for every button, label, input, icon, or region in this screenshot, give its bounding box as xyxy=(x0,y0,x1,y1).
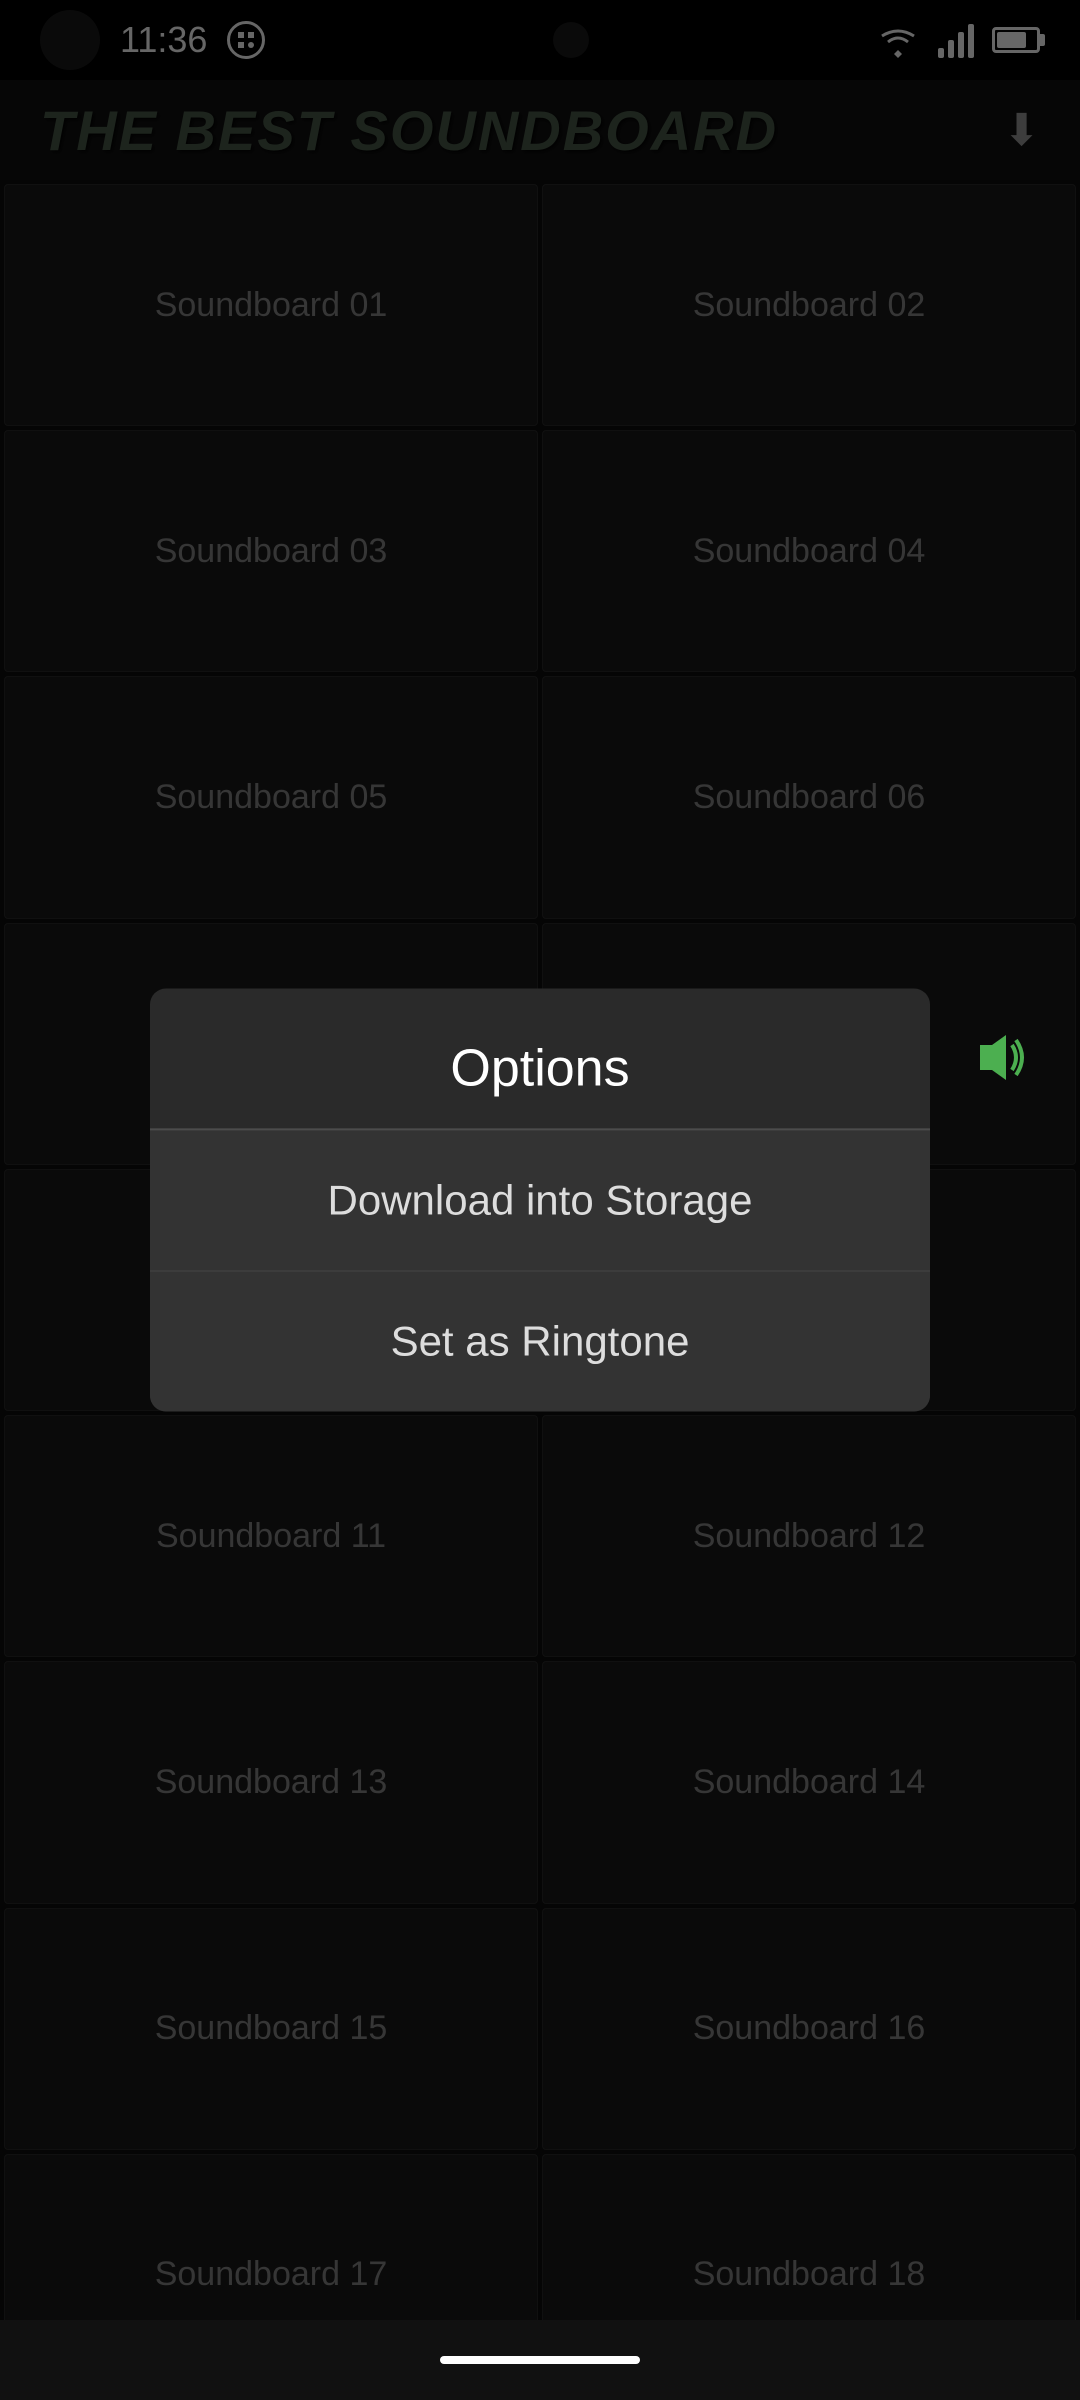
options-dialog-title: Options xyxy=(150,989,930,1129)
nav-home-pill[interactable] xyxy=(440,2356,640,2364)
set-ringtone-button[interactable]: Set as Ringtone xyxy=(150,1271,930,1412)
dialog-overlay[interactable]: Options Download into Storage Set as Rin… xyxy=(0,0,1080,2400)
download-storage-button[interactable]: Download into Storage xyxy=(150,1130,930,1271)
options-dialog: Options Download into Storage Set as Rin… xyxy=(150,989,930,1412)
speaker-icon xyxy=(970,1030,1030,1099)
nav-bar xyxy=(0,2320,1080,2400)
